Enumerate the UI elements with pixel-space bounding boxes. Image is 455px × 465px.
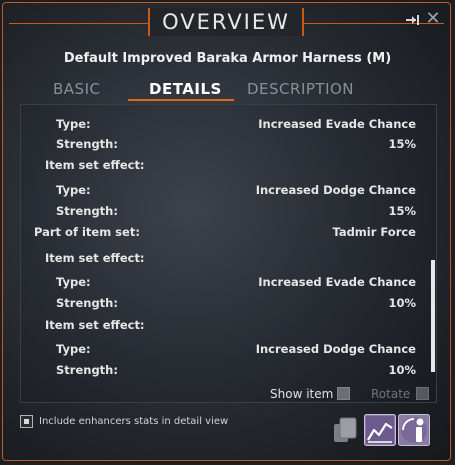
tab-description[interactable]: DESCRIPTION	[247, 80, 354, 98]
info-icon[interactable]	[398, 414, 430, 446]
detail-section-label: Item set effect:	[45, 251, 145, 265]
show-item-checkbox[interactable]	[337, 387, 350, 400]
detail-value: 10%	[388, 296, 416, 310]
detail-value: 15%	[388, 137, 416, 151]
detail-value: Increased Dodge Chance	[255, 342, 416, 356]
detail-value: Increased Dodge Chance	[255, 183, 416, 197]
include-enhancers-label: Include enhancers stats in detail view	[39, 416, 229, 427]
detail-value: Increased Evade Chance	[258, 275, 416, 289]
detail-value: Tadmir Force	[332, 225, 416, 239]
detail-section-label: Item set effect:	[45, 318, 145, 332]
compare-icon[interactable]	[330, 414, 362, 446]
detail-value: Increased Evade Chance	[258, 117, 416, 131]
close-icon[interactable]: ✕	[425, 10, 441, 28]
stats-chart-icon[interactable]	[364, 414, 396, 446]
detail-section-label: Item set effect:	[45, 158, 145, 172]
detail-value: 15%	[388, 204, 416, 218]
detail-label: Type:	[56, 117, 91, 131]
detail-value: 10%	[388, 363, 416, 377]
window-title: OVERVIEW	[162, 10, 290, 34]
detail-label: Strength:	[56, 296, 118, 310]
item-name: Default Improved Baraka Armor Harness (M…	[63, 51, 392, 66]
detail-label: Strength:	[56, 363, 118, 377]
detail-label: Part of item set:	[34, 225, 140, 239]
detail-label: Type:	[56, 183, 91, 197]
pin-icon[interactable]	[405, 12, 421, 28]
active-tab-indicator	[128, 99, 234, 101]
detail-label: Strength:	[56, 204, 118, 218]
title-bar: OVERVIEW	[148, 8, 304, 36]
rotate-label: Rotate	[371, 387, 411, 401]
detail-label: Type:	[56, 275, 91, 289]
detail-label: Strength:	[56, 137, 118, 151]
include-enhancers-checkbox[interactable]	[20, 415, 33, 428]
detail-label: Type:	[56, 342, 91, 356]
rotate-checkbox[interactable]	[416, 387, 429, 400]
details-scrollbar[interactable]	[431, 260, 435, 372]
tab-details[interactable]: DETAILS	[149, 80, 222, 98]
tab-basic[interactable]: BASIC	[53, 80, 100, 98]
show-item-label: Show item	[270, 387, 334, 401]
